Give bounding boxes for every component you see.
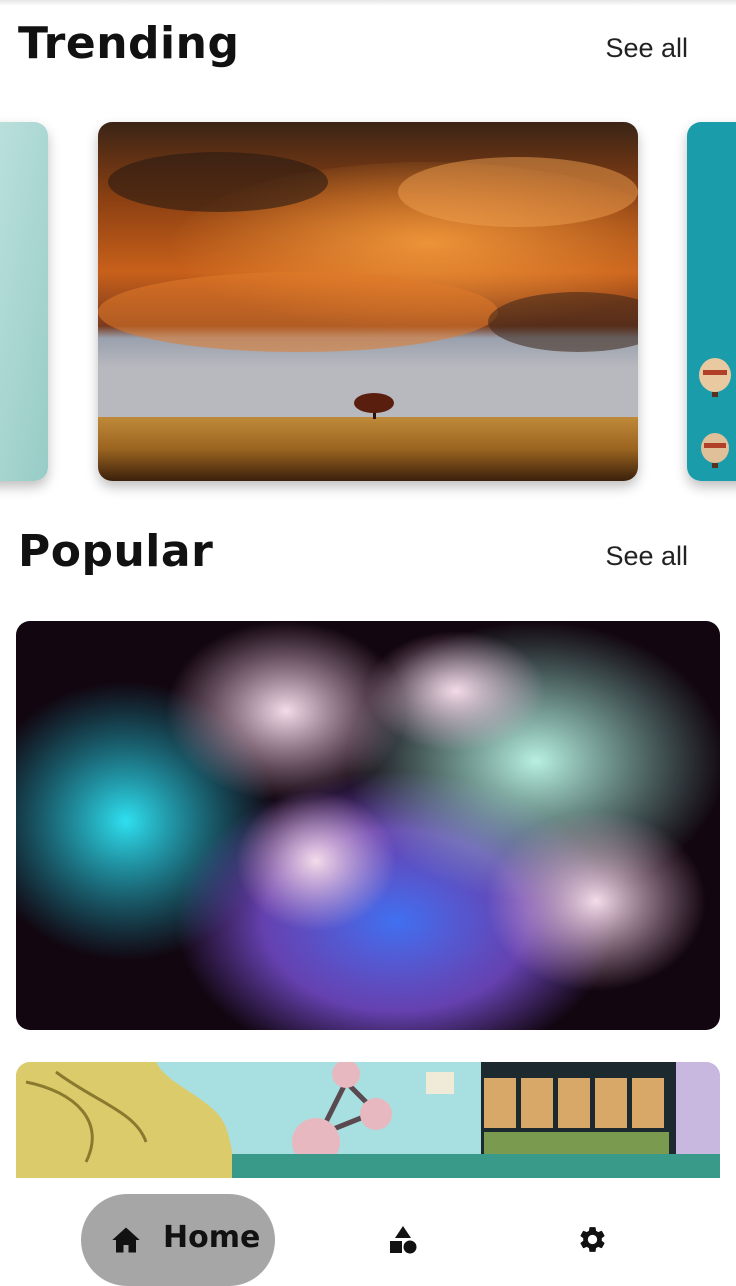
status-shadow: [0, 0, 736, 6]
nav-settings-tab[interactable]: [577, 1224, 608, 1260]
bottom-nav: Home: [0, 1178, 736, 1286]
nav-categories-tab[interactable]: [388, 1224, 418, 1259]
popular-title: Popular: [18, 526, 214, 577]
nav-home-tab[interactable]: Home: [81, 1194, 275, 1286]
settings-icon: [580, 1227, 605, 1252]
teal-gradient-image: [0, 122, 48, 481]
trending-see-all-link[interactable]: See all: [605, 33, 688, 64]
trending-card-teal[interactable]: [0, 122, 48, 481]
popular-card-graffiti[interactable]: [16, 1062, 720, 1178]
trending-card-sunset[interactable]: [98, 122, 638, 481]
trending-title: Trending: [18, 18, 240, 69]
hot-air-balloons-image: [687, 122, 736, 481]
colored-smoke-image: [16, 621, 720, 1030]
graffiti-wall-image: [16, 1062, 720, 1178]
popular-see-all-link[interactable]: See all: [605, 541, 688, 572]
popular-card-smoke[interactable]: [16, 621, 720, 1030]
trending-card-balloons[interactable]: [687, 122, 736, 481]
nav-home-label: Home: [163, 1219, 261, 1255]
sunset-field-image: [98, 122, 638, 481]
home-icon: [112, 1227, 140, 1253]
categories-icon: [390, 1226, 417, 1254]
